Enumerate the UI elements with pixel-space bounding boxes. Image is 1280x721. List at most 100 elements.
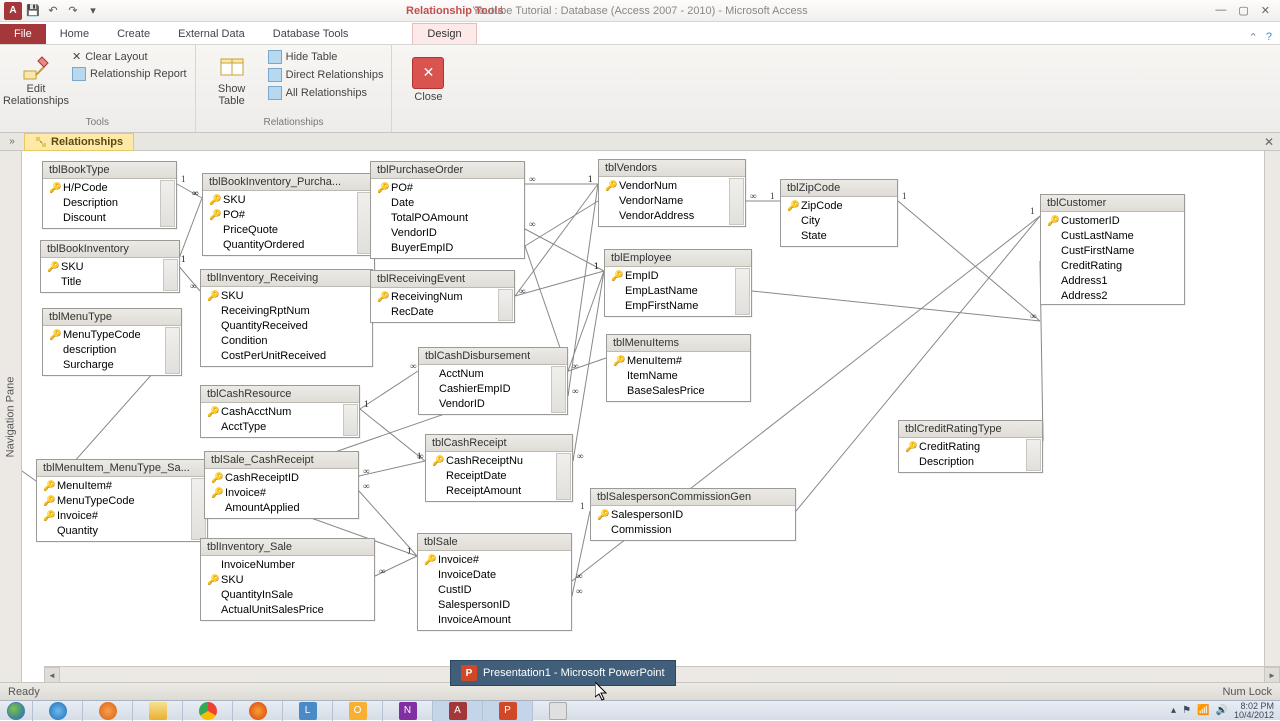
field[interactable]: AcctNum: [421, 367, 551, 382]
table-tblEmployee[interactable]: tblEmployee🔑EmpIDEmpLastNameEmpFirstName: [604, 249, 752, 317]
table-tblSale[interactable]: tblSale🔑Invoice#InvoiceDateCustIDSalespe…: [417, 533, 572, 631]
tray-volume-icon[interactable]: 🔊: [1216, 705, 1228, 716]
field[interactable]: 🔑Invoice#: [207, 486, 356, 501]
field[interactable]: 🔑MenuTypeCode: [39, 494, 191, 509]
tab-file[interactable]: File: [0, 24, 46, 44]
edit-relationships-button[interactable]: Edit Relationships: [6, 47, 66, 113]
taskbar-firefox[interactable]: [232, 701, 282, 721]
field[interactable]: InvoiceNumber: [203, 558, 372, 573]
navpane-expand-icon[interactable]: »: [0, 136, 24, 147]
clear-layout-button[interactable]: ✕Clear Layout: [70, 49, 189, 64]
table-tblBookType[interactable]: tblBookType🔑H/PCodeDescriptionDiscount: [42, 161, 177, 229]
field[interactable]: ItemName: [609, 369, 748, 384]
undo-icon[interactable]: ↶: [44, 2, 62, 20]
table-tblSale_CashReceipt[interactable]: tblSale_CashReceipt 🔑CashReceiptID🔑Invoic…: [204, 451, 359, 519]
field[interactable]: 🔑Invoice#: [39, 509, 191, 524]
table-tblSalespersonCommissionGen[interactable]: tblSalespersonCommissionGen🔑SalespersonI…: [590, 488, 796, 541]
field[interactable]: Commission: [593, 523, 793, 538]
field[interactable]: Date: [373, 196, 522, 211]
hide-table-button[interactable]: Hide Table: [266, 49, 386, 65]
field[interactable]: 🔑SKU: [43, 260, 163, 275]
field[interactable]: InvoiceAmount: [420, 613, 569, 628]
table-title[interactable]: tblInventory_Sale: [201, 539, 374, 556]
tab-home[interactable]: Home: [46, 24, 103, 44]
field[interactable]: ActualUnitSalesPrice: [203, 603, 372, 618]
all-relationships-button[interactable]: All Relationships: [266, 85, 386, 101]
table-title[interactable]: tblSalespersonCommissionGen: [591, 489, 795, 506]
table-title[interactable]: tblMenuItem_MenuType_Sa...: [37, 460, 207, 477]
taskbar-onenote[interactable]: N: [382, 701, 432, 721]
field[interactable]: PriceQuote: [205, 223, 357, 238]
table-tblMenuItems[interactable]: tblMenuItems🔑MenuItem#ItemNameBaseSalesP…: [606, 334, 751, 402]
field[interactable]: BuyerEmpID: [373, 241, 522, 256]
close-tab-icon[interactable]: ✕: [1264, 135, 1274, 149]
table-tblCustomer[interactable]: tblCustomer🔑CustomerIDCustLastNameCustFi…: [1040, 194, 1185, 305]
table-title[interactable]: tblReceivingEvent: [371, 271, 514, 288]
navigation-pane[interactable]: Navigation Pane: [0, 151, 22, 682]
ribbon-minimize-icon[interactable]: ⌃: [1249, 31, 1258, 44]
field[interactable]: 🔑ZipCode: [783, 199, 895, 214]
table-title[interactable]: tblEmployee: [605, 250, 751, 267]
table-tblCashReceipt[interactable]: tblCashReceipt🔑CashReceiptNuReceiptDateR…: [425, 434, 573, 502]
field[interactable]: description: [45, 343, 165, 358]
table-title[interactable]: tblCashReceipt: [426, 435, 572, 452]
maximize-icon[interactable]: ▢: [1238, 4, 1248, 17]
table-tblPurchaseOrder[interactable]: tblPurchaseOrder🔑PO#DateTotalPOAmountVen…: [370, 161, 525, 259]
field[interactable]: QuantityOrdered: [205, 238, 357, 253]
field[interactable]: ReceiptAmount: [428, 484, 556, 499]
field[interactable]: 🔑H/PCode: [45, 181, 160, 196]
table-tblMenuType[interactable]: tblMenuType🔑MenuTypeCodedescriptionSurch…: [42, 308, 182, 376]
table-title[interactable]: tblPurchaseOrder: [371, 162, 524, 179]
field[interactable]: VendorID: [421, 397, 551, 412]
table-title[interactable]: tblSale_CashReceipt: [205, 452, 358, 469]
table-title[interactable]: tblMenuType: [43, 309, 181, 326]
table-tblBookInventory_Purcha[interactable]: tblBookInventory_Purcha...🔑SKU🔑PO#PriceQ…: [202, 173, 374, 256]
field[interactable]: 🔑PO#: [205, 208, 357, 223]
field[interactable]: CostPerUnitReceived: [203, 349, 370, 364]
field[interactable]: Surcharge: [45, 358, 165, 373]
field[interactable]: AmountApplied: [207, 501, 356, 516]
field[interactable]: VendorID: [373, 226, 522, 241]
vertical-scrollbar[interactable]: [1264, 151, 1280, 666]
table-title[interactable]: tblVendors: [599, 160, 745, 177]
field[interactable]: Discount: [45, 211, 160, 226]
direct-relationships-button[interactable]: Direct Relationships: [266, 67, 386, 83]
field[interactable]: EmpLastName: [607, 284, 735, 299]
field[interactable]: InvoiceDate: [420, 568, 569, 583]
scroll-left-icon[interactable]: ◄: [44, 667, 60, 682]
field[interactable]: Address1: [1043, 274, 1182, 289]
field[interactable]: TotalPOAmount: [373, 211, 522, 226]
field[interactable]: 🔑VendorNum: [601, 179, 729, 194]
table-tblCashResource[interactable]: tblCashResource🔑CashAcctNumAcctType: [200, 385, 360, 438]
field[interactable]: 🔑Invoice#: [420, 553, 569, 568]
table-tblCashDisbursement[interactable]: tblCashDisbursementAcctNumCashierEmpIDVe…: [418, 347, 568, 415]
field[interactable]: ReceivingRptNum: [203, 304, 370, 319]
field[interactable]: QuantityInSale: [203, 588, 372, 603]
tab-design[interactable]: Design: [412, 23, 476, 44]
tab-create[interactable]: Create: [103, 24, 164, 44]
table-title[interactable]: tblCustomer: [1041, 195, 1184, 212]
field[interactable]: BaseSalesPrice: [609, 384, 748, 399]
field[interactable]: CustID: [420, 583, 569, 598]
tab-external-data[interactable]: External Data: [164, 24, 259, 44]
field[interactable]: 🔑MenuItem#: [39, 479, 191, 494]
scroll-right-icon[interactable]: ►: [1264, 667, 1280, 682]
field[interactable]: 🔑CashReceiptID: [207, 471, 356, 486]
field[interactable]: 🔑CustomerID: [1043, 214, 1182, 229]
table-title[interactable]: tblCreditRatingType: [899, 421, 1042, 438]
access-app-icon[interactable]: A: [4, 2, 22, 20]
field[interactable]: Address2: [1043, 289, 1182, 304]
field[interactable]: AcctType: [203, 420, 343, 435]
table-tblInventory_Sale[interactable]: tblInventory_Sale InvoiceNumber🔑SKUQuanti…: [200, 538, 375, 621]
table-title[interactable]: tblBookInventory_Purcha...: [203, 174, 373, 191]
tray-clock[interactable]: 8:02 PM10/4/2012: [1234, 702, 1274, 720]
taskbar-access[interactable]: A: [432, 701, 482, 721]
table-tblMenuItem_MenuType_Sa[interactable]: tblMenuItem_MenuType_Sa... 🔑MenuItem#🔑Men…: [36, 459, 208, 542]
help-icon[interactable]: ?: [1266, 31, 1272, 44]
redo-icon[interactable]: ↷: [64, 2, 82, 20]
table-title[interactable]: tblCashDisbursement: [419, 348, 567, 365]
field[interactable]: 🔑CreditRating: [901, 440, 1026, 455]
field[interactable]: 🔑SKU: [203, 573, 372, 588]
table-title[interactable]: tblZipCode: [781, 180, 897, 197]
table-title[interactable]: tblBookInventory: [41, 241, 179, 258]
